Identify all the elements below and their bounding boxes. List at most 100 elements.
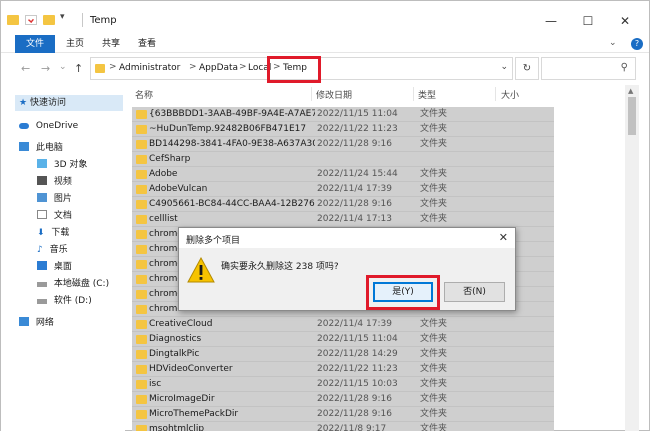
sidebar-item-quick-access[interactable]: ★ 快速访问 [15,95,123,111]
file-name: C4905661-BC84-44CC-BAA4-12B276F... [149,199,315,209]
properties-icon[interactable] [25,15,37,25]
column-type[interactable]: 类型 [418,88,436,101]
folder-icon [136,305,147,314]
sidebar-item-label: OneDrive [35,121,79,131]
file-type: 文件夹 [420,199,448,209]
file-name: isc [149,379,162,389]
document-icon [37,210,47,219]
breadcrumb-administrator[interactable]: Administrator [119,63,180,73]
up-button[interactable]: ↑ [74,62,83,75]
table-row[interactable]: MicroThemePackDir 2022/11/28 9:16 文件夹 [132,407,554,422]
column-divider[interactable] [495,87,496,101]
sidebar-item-label: 软件 (D:) [53,296,92,306]
column-divider[interactable] [413,87,414,101]
file-date: 2022/11/28 9:16 [317,409,392,419]
scroll-up-icon[interactable]: ▲ [628,87,633,95]
close-button[interactable]: ✕ [610,11,640,31]
tab-view[interactable]: 查看 [130,35,164,53]
forward-button[interactable]: → [41,62,50,75]
file-name: msohtmlclip [149,424,205,431]
sidebar-item-music[interactable]: ♪ 音乐 [37,242,68,258]
dialog-title-bar: 删除多个项目 ✕ [179,228,515,248]
table-row[interactable]: {63BBBDD1-3AAB-49BF-9A4E-A7AE7... 2022/11… [132,107,554,122]
search-input[interactable]: ⚲ [541,57,636,80]
folder-icon [136,125,147,134]
folder-icon [136,215,147,224]
file-type: 文件夹 [420,319,448,329]
recent-locations-icon[interactable]: ⌄ [59,62,67,72]
column-header: 名称 修改日期 类型 大小 [125,85,625,103]
sidebar-item-this-pc[interactable]: 此电脑 [19,140,63,156]
column-name[interactable]: 名称 [135,88,153,101]
table-row[interactable]: celllist 2022/11/4 17:13 文件夹 [132,212,554,227]
sidebar-item-pictures[interactable]: 图片 [37,191,72,207]
folder-icon [136,335,147,344]
breadcrumb-appdata[interactable]: AppData [199,63,238,73]
sidebar-item-label: 文档 [53,211,72,221]
quick-access-dropdown-icon[interactable]: ▾ [60,12,65,22]
file-date: 2022/11/15 11:04 [317,334,398,344]
column-modified[interactable]: 修改日期 [316,88,352,101]
address-folder-icon [95,64,105,73]
file-name: Diagnostics [149,334,202,344]
table-row[interactable]: DingtalkPic 2022/11/28 14:29 文件夹 [132,347,554,362]
table-row[interactable]: msohtmlclip 2022/11/8 9:17 文件夹 [132,422,554,431]
address-dropdown-icon[interactable]: ⌄ [500,62,508,72]
folder-icon [136,320,147,329]
temp-highlight-box [267,56,321,83]
table-row[interactable]: MicroImageDir 2022/11/28 9:16 文件夹 [132,392,554,407]
sidebar-item-drive-c[interactable]: 本地磁盘 (C:) [37,276,109,292]
table-row[interactable]: isc 2022/11/15 10:03 文件夹 [132,377,554,392]
yes-button[interactable]: 是(Y) [373,282,433,302]
file-name: celllist [149,214,178,224]
vertical-scrollbar[interactable]: ▲ [625,85,639,431]
column-size[interactable]: 大小 [501,88,519,101]
folder-icon [136,230,147,239]
minimize-button[interactable]: — [536,11,566,31]
tab-share[interactable]: 共享 [94,35,128,53]
table-row[interactable]: HDVideoConverter 2022/11/22 11:23 文件夹 [132,362,554,377]
address-bar[interactable]: > Administrator > AppData > Local > Temp… [90,56,513,83]
cube-icon [37,159,47,168]
sidebar-item-label: 快速访问 [29,98,66,108]
tab-home[interactable]: 主页 [58,35,92,53]
maximize-button[interactable]: ☐ [573,11,603,31]
file-date: 2022/11/28 9:16 [317,139,392,149]
folder-icon [136,200,147,209]
table-row[interactable]: CreativeCloud 2022/11/4 17:39 文件夹 [132,317,554,332]
sidebar-item-network[interactable]: 网络 [19,315,54,331]
file-type: 文件夹 [420,409,448,419]
table-row[interactable]: BD144298-3841-4FA0-9E38-A637A30... 2022/1… [132,137,554,152]
ribbon-expand-icon[interactable]: ⌄ [609,38,617,48]
music-icon: ♪ [37,245,43,255]
table-row[interactable]: Diagnostics 2022/11/15 11:04 文件夹 [132,332,554,347]
back-button[interactable]: ← [21,62,30,75]
no-button[interactable]: 否(N) [444,282,505,302]
breadcrumb-separator: > [239,62,247,72]
table-row[interactable]: AdobeVulcan 2022/11/4 17:39 文件夹 [132,182,554,197]
breadcrumb-separator: > [109,62,117,72]
tab-file[interactable]: 文件 [15,35,55,53]
refresh-button[interactable]: ↻ [515,57,539,80]
sidebar-item-desktop[interactable]: 桌面 [37,259,72,275]
new-folder-icon[interactable] [43,15,55,25]
sidebar-item-3d-objects[interactable]: 3D 对象 [37,157,87,173]
table-row[interactable]: Adobe 2022/11/24 15:44 文件夹 [132,167,554,182]
file-type: 文件夹 [420,124,448,134]
sidebar-item-downloads[interactable]: ⬇ 下载 [37,225,69,241]
sidebar-item-documents[interactable]: 文档 [37,208,72,224]
sidebar-item-drive-d[interactable]: 软件 (D:) [37,293,92,309]
sidebar-item-label: 视频 [53,177,72,187]
table-row[interactable]: ~HuDunTemp.92482B06FB471E17 2022/11/22 11… [132,122,554,137]
sidebar-item-videos[interactable]: 视频 [37,174,72,190]
file-date: 2022/11/8 9:17 [317,424,387,431]
scrollbar-thumb[interactable] [628,97,636,135]
table-row[interactable]: C4905661-BC84-44CC-BAA4-12B276F... 2022/1… [132,197,554,212]
table-row[interactable]: CefSharp [132,152,554,167]
sidebar-item-label: 网络 [35,318,54,328]
folder-icon [136,155,147,164]
column-divider[interactable] [311,87,312,101]
help-icon[interactable]: ? [631,38,643,50]
dialog-close-button[interactable]: ✕ [499,231,508,244]
sidebar-item-onedrive[interactable]: OneDrive [19,118,78,134]
